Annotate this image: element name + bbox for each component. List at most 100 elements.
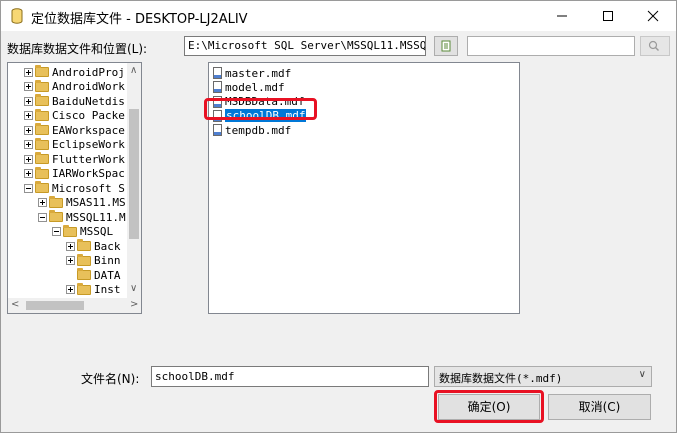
tree-item[interactable]: MSSQL11.M — [38, 210, 126, 225]
tree-item[interactable]: Binn — [66, 253, 121, 269]
expand-icon[interactable] — [24, 125, 33, 135]
folder-icon — [35, 108, 49, 121]
tree-item-label: Back — [94, 239, 121, 253]
folder-icon — [77, 253, 91, 266]
folder-icon — [35, 137, 49, 150]
tree-item[interactable]: DATA — [66, 268, 121, 283]
tree-item[interactable]: FlutterWork — [24, 152, 125, 167]
scroll-left-icon[interactable]: < — [11, 300, 19, 310]
folder-icon — [35, 79, 49, 92]
folder-icon — [77, 239, 91, 252]
expand-icon[interactable] — [66, 241, 75, 251]
locate-database-files-dialog: 定位数据库文件 - DESKTOP-LJ2ALIV 数据库数据文件和位置(L):… — [0, 0, 677, 433]
tree-horizontal-scroll-thumb[interactable] — [26, 301, 84, 310]
path-field[interactable]: E:\Microsoft SQL Server\MSSQL11.MSSQL — [184, 36, 426, 56]
tree-item[interactable]: IARWorkSpac — [24, 166, 125, 182]
tree-item-label: Cisco Packe — [52, 109, 125, 123]
refresh-icon — [441, 40, 451, 52]
expand-icon[interactable] — [24, 140, 33, 150]
tree-item-label: MSAS11.MS — [66, 196, 126, 210]
collapse-icon[interactable] — [52, 227, 61, 237]
expand-icon[interactable] — [38, 198, 47, 208]
expand-icon[interactable] — [24, 96, 33, 106]
file-icon — [213, 67, 222, 79]
tree-item[interactable]: BaiduNetdis — [24, 94, 125, 109]
collapse-icon[interactable] — [38, 212, 47, 222]
file-item[interactable]: model.mdf — [213, 80, 285, 94]
search-icon — [648, 40, 659, 51]
folder-icon — [49, 210, 63, 223]
minimize-icon — [557, 15, 567, 17]
expand-icon[interactable] — [66, 285, 75, 295]
tree-item-label: BaiduNetdis — [52, 94, 125, 108]
folder-icon — [63, 224, 77, 237]
tree-item[interactable]: Cisco Packe — [24, 108, 125, 124]
expand-icon[interactable] — [24, 67, 33, 77]
folder-icon — [35, 123, 49, 136]
tree-item[interactable]: Back — [66, 239, 121, 254]
folder-icon — [35, 94, 49, 107]
collapse-icon[interactable] — [24, 183, 33, 193]
folder-icon — [35, 181, 49, 194]
maximize-icon — [603, 11, 613, 21]
filename-field[interactable]: schoolDB.mdf — [151, 366, 429, 387]
tree-item-label: IARWorkSpac — [52, 167, 125, 181]
title-bar: 定位数据库文件 - DESKTOP-LJ2ALIV — [1, 1, 676, 31]
tree-item-label: Binn — [94, 254, 121, 268]
tree-item[interactable]: MSSQL — [52, 224, 114, 240]
file-icon — [213, 124, 222, 137]
folder-icon — [49, 195, 63, 208]
file-name: model.mdf — [225, 80, 285, 94]
tree-item-label: MSSQL11.M — [66, 210, 126, 224]
location-label: 数据库数据文件和位置(L): — [7, 42, 148, 56]
minimize-button[interactable] — [539, 1, 585, 31]
folder-icon — [35, 152, 49, 165]
tree-item[interactable]: EclipseWork — [24, 137, 125, 153]
tree-vertical-scroll-thumb[interactable] — [129, 109, 139, 239]
folder-tree[interactable]: AndroidProj AndroidWork BaiduNetdis Cisco P… — [7, 62, 142, 314]
scroll-down-icon[interactable]: ∨ — [130, 284, 137, 294]
folder-icon — [77, 282, 91, 295]
search-input[interactable] — [467, 36, 635, 56]
tree-item-label: AndroidWork — [52, 80, 125, 94]
expand-icon[interactable] — [66, 256, 75, 266]
tree-item-label: EclipseWork — [52, 138, 125, 152]
tree-horizontal-scrollbar[interactable]: < > — [8, 298, 141, 313]
file-type-select[interactable]: 数据库数据文件(*.mdf) ∨ — [434, 366, 652, 387]
search-button[interactable] — [640, 36, 670, 56]
tree-item[interactable]: AndroidProj — [24, 65, 125, 80]
close-button[interactable] — [630, 1, 676, 31]
tree-item-label: EAWorkspace — [52, 123, 125, 137]
tree-item-label: DATA — [94, 268, 121, 282]
expand-icon[interactable] — [24, 169, 33, 179]
tree-item-label: AndroidProj — [52, 65, 125, 79]
tree-item[interactable]: AndroidWork — [24, 79, 125, 95]
tree-vertical-scrollbar[interactable]: ∧ ∨ — [127, 63, 141, 299]
folder-icon — [77, 268, 91, 281]
database-icon — [11, 8, 23, 24]
cancel-button[interactable]: 取消(C) — [548, 394, 651, 420]
tree-item[interactable]: Inst — [66, 282, 121, 298]
file-name: tempdb.mdf — [225, 123, 292, 137]
folder-icon — [35, 166, 49, 179]
expand-icon[interactable] — [24, 111, 33, 121]
file-item[interactable]: tempdb.mdf — [213, 123, 291, 137]
file-item[interactable]: master.mdf — [213, 66, 291, 80]
tree-item[interactable]: EAWorkspace — [24, 123, 125, 138]
tree-item-label: Microsoft S — [52, 181, 125, 195]
file-icon — [213, 81, 222, 94]
window-title: 定位数据库文件 - DESKTOP-LJ2ALIV — [31, 12, 248, 27]
expand-icon[interactable] — [24, 82, 33, 92]
scroll-up-icon[interactable]: ∧ — [130, 66, 137, 76]
file-type-value: 数据库数据文件(*.mdf) — [439, 372, 563, 385]
scroll-right-icon[interactable]: > — [130, 300, 138, 310]
ok-annotation-box — [434, 390, 544, 423]
tree-item-label: MSSQL — [80, 225, 114, 239]
tree-item[interactable]: MSAS11.MS — [38, 195, 126, 211]
tree-item[interactable]: Microsoft S — [24, 181, 125, 196]
chevron-down-icon: ∨ — [638, 369, 646, 380]
expand-icon[interactable] — [24, 154, 33, 164]
maximize-button[interactable] — [585, 1, 631, 31]
refresh-button[interactable] — [434, 36, 458, 56]
selection-annotation-box — [204, 98, 317, 120]
